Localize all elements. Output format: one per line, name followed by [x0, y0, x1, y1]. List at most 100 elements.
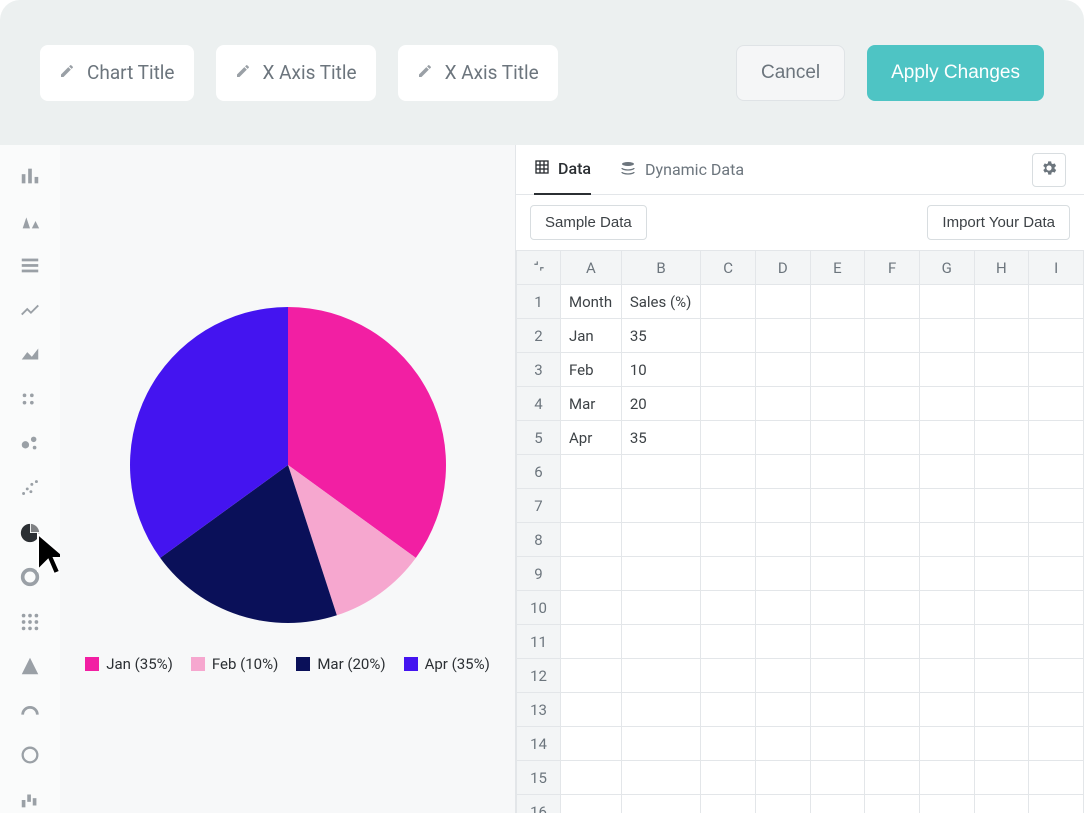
column-header-D[interactable]: D — [755, 251, 810, 285]
cell[interactable] — [919, 353, 974, 387]
row-header[interactable]: 8 — [517, 523, 561, 557]
pyramid-icon[interactable] — [16, 653, 44, 680]
row-header[interactable]: 14 — [517, 727, 561, 761]
gauge-icon[interactable] — [16, 697, 44, 724]
cell[interactable] — [701, 421, 756, 455]
cell[interactable] — [1029, 421, 1084, 455]
column-header-B[interactable]: B — [621, 251, 700, 285]
cell[interactable] — [1029, 557, 1084, 591]
cell[interactable] — [755, 489, 810, 523]
row-header[interactable]: 9 — [517, 557, 561, 591]
legend-item-jan[interactable]: Jan (35%) — [85, 655, 173, 673]
cell[interactable] — [974, 319, 1029, 353]
cell[interactable] — [701, 591, 756, 625]
cell[interactable] — [755, 761, 810, 795]
cell[interactable] — [755, 727, 810, 761]
cell[interactable] — [974, 625, 1029, 659]
cell[interactable] — [919, 727, 974, 761]
cell[interactable]: Apr — [561, 421, 622, 455]
cell[interactable] — [865, 285, 920, 319]
cell[interactable] — [755, 285, 810, 319]
legend-item-mar[interactable]: Mar (20%) — [296, 655, 385, 673]
cell[interactable] — [1029, 387, 1084, 421]
cell[interactable] — [974, 591, 1029, 625]
table-icon[interactable] — [16, 608, 44, 635]
cell[interactable] — [865, 659, 920, 693]
cell[interactable] — [974, 557, 1029, 591]
cell[interactable] — [701, 693, 756, 727]
cell[interactable] — [701, 557, 756, 591]
donut-chart-icon[interactable] — [16, 564, 44, 591]
cell[interactable] — [1029, 625, 1084, 659]
cell[interactable]: 35 — [621, 421, 700, 455]
cell[interactable] — [919, 591, 974, 625]
cell[interactable] — [810, 795, 865, 813]
cell[interactable] — [865, 761, 920, 795]
cell[interactable] — [865, 727, 920, 761]
cell[interactable] — [974, 489, 1029, 523]
cell[interactable] — [810, 659, 865, 693]
cell[interactable] — [919, 795, 974, 813]
cell[interactable]: 35 — [621, 319, 700, 353]
cell[interactable] — [810, 455, 865, 489]
cancel-button[interactable]: Cancel — [736, 45, 845, 101]
cell[interactable] — [561, 591, 622, 625]
cell[interactable] — [755, 421, 810, 455]
cell[interactable] — [810, 727, 865, 761]
cell[interactable]: 10 — [621, 353, 700, 387]
cell[interactable] — [974, 523, 1029, 557]
cell[interactable] — [919, 489, 974, 523]
cell[interactable] — [621, 761, 700, 795]
cell[interactable] — [755, 659, 810, 693]
cell[interactable] — [974, 421, 1029, 455]
cell[interactable] — [865, 557, 920, 591]
settings-button[interactable] — [1032, 153, 1066, 187]
cell[interactable]: Month — [561, 285, 622, 319]
cell[interactable] — [701, 285, 756, 319]
cell[interactable] — [621, 625, 700, 659]
cell[interactable] — [865, 387, 920, 421]
cell[interactable] — [561, 455, 622, 489]
chart-title-input[interactable]: Chart Title — [40, 45, 194, 101]
cell[interactable] — [755, 353, 810, 387]
cell[interactable] — [810, 421, 865, 455]
cell[interactable] — [919, 319, 974, 353]
cell[interactable] — [621, 523, 700, 557]
stacked-bar-icon[interactable] — [16, 252, 44, 279]
cell[interactable] — [561, 557, 622, 591]
tab-dynamic-data[interactable]: Dynamic Data — [619, 145, 744, 195]
cell[interactable] — [919, 285, 974, 319]
cell[interactable] — [974, 761, 1029, 795]
cell[interactable] — [621, 795, 700, 813]
cell[interactable] — [865, 489, 920, 523]
cell[interactable] — [919, 659, 974, 693]
cell[interactable] — [865, 421, 920, 455]
cell[interactable] — [865, 319, 920, 353]
cell[interactable] — [1029, 659, 1084, 693]
cell[interactable] — [621, 455, 700, 489]
cell[interactable] — [810, 489, 865, 523]
cell[interactable] — [1029, 285, 1084, 319]
cell[interactable]: Feb — [561, 353, 622, 387]
column-header-F[interactable]: F — [865, 251, 920, 285]
cell[interactable] — [755, 693, 810, 727]
row-header[interactable]: 15 — [517, 761, 561, 795]
row-header[interactable]: 13 — [517, 693, 561, 727]
cell[interactable] — [701, 523, 756, 557]
cell[interactable] — [974, 455, 1029, 489]
column-header-I[interactable]: I — [1029, 251, 1084, 285]
cell[interactable] — [561, 761, 622, 795]
import-data-button[interactable]: Import Your Data — [927, 205, 1070, 240]
bar-chart-icon[interactable] — [16, 163, 44, 190]
cell[interactable] — [561, 727, 622, 761]
cell[interactable] — [1029, 795, 1084, 813]
cell[interactable] — [561, 693, 622, 727]
cell[interactable] — [701, 761, 756, 795]
cell[interactable] — [974, 659, 1029, 693]
cell[interactable] — [974, 387, 1029, 421]
row-header[interactable]: 1 — [517, 285, 561, 319]
column-header-E[interactable]: E — [810, 251, 865, 285]
y-axis-title-input[interactable]: X Axis Title — [398, 45, 558, 101]
cell[interactable] — [701, 659, 756, 693]
pie-chart-icon[interactable] — [16, 519, 44, 546]
